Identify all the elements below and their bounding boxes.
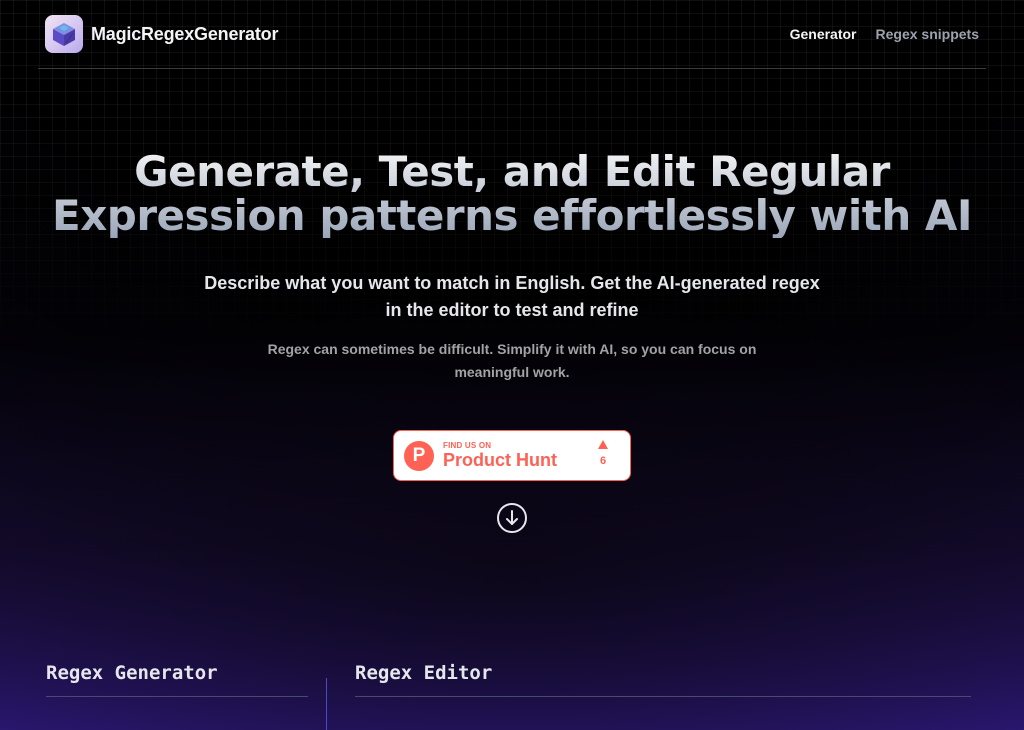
scroll-down-button[interactable]: [496, 502, 528, 534]
regex-editor-heading: Regex Editor: [355, 662, 493, 684]
hero-title-line-2: Expression patterns effortlessly with AI: [52, 191, 972, 240]
brand-name: MagicRegexGenerator: [91, 23, 279, 44]
upvote-triangle-icon: [598, 440, 608, 449]
vote-count: 6: [599, 455, 607, 467]
product-hunt-text: FIND US ON Product Hunt: [443, 441, 557, 470]
product-hunt-logo-icon: P: [404, 440, 434, 471]
cube-logo-icon: [45, 15, 83, 53]
arrow-down-circle-icon: [497, 503, 527, 533]
nav-link-regex-snippets[interactable]: Regex snippets: [876, 26, 979, 42]
product-hunt-votes: 6: [598, 440, 608, 467]
regex-generator-heading: Regex Generator: [46, 662, 218, 684]
hero-description: Regex can sometimes be difficult. Simpli…: [267, 341, 757, 380]
hero-title: Generate, Test, and Edit Regular Express…: [0, 150, 1024, 238]
product-hunt-big-label: Product Hunt: [443, 450, 557, 470]
panel-vertical-divider: [326, 678, 327, 730]
hero-subtitle: Describe what you want to match in Engli…: [204, 273, 820, 320]
editor-heading-divider: [355, 696, 971, 697]
hero-title-line-1: Generate, Test, and Edit Regular: [134, 147, 890, 196]
product-hunt-badge[interactable]: P FIND US ON Product Hunt 6: [393, 430, 631, 481]
product-hunt-small-label: FIND US ON: [443, 441, 492, 450]
top-navbar: MagicRegexGenerator Generator Regex snip…: [38, 0, 986, 69]
nav-link-generator[interactable]: Generator: [790, 26, 857, 42]
nav-links: Generator Regex snippets: [790, 26, 979, 42]
hero-section: Generate, Test, and Edit Regular Express…: [0, 150, 1024, 384]
brand-link[interactable]: MagicRegexGenerator: [45, 15, 278, 53]
generator-heading-divider: [46, 696, 308, 697]
